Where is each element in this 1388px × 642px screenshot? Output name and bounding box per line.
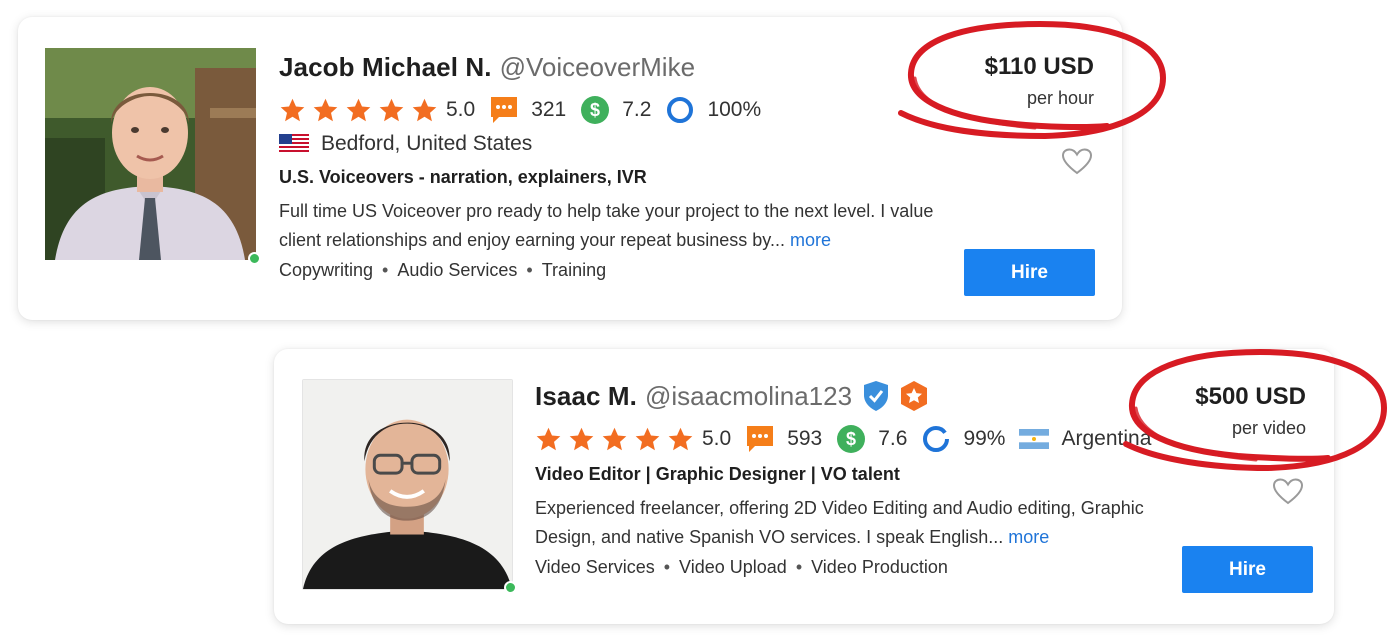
rating-value: 5.0	[446, 98, 476, 121]
star-icon	[280, 98, 305, 121]
price-unit: per hour	[1026, 88, 1094, 108]
tagline: U.S. Voiceovers - narration, explainers,…	[279, 167, 647, 187]
more-link[interactable]: more	[1008, 527, 1049, 547]
star-icon	[346, 98, 371, 121]
price: $110 USD	[984, 53, 1094, 80]
verified-shield-icon	[864, 381, 889, 411]
freelancer-handle: @VoiceoverMike	[499, 51, 696, 82]
profile-photo-image	[45, 48, 256, 260]
earnings-icon: $	[581, 96, 610, 124]
online-status-dot	[248, 252, 261, 265]
completion-ring-icon	[923, 426, 950, 452]
star-icon	[536, 427, 561, 450]
skills-list: Copywriting • Audio Services • Training	[279, 260, 607, 280]
earnings-icon: $	[837, 425, 866, 453]
freelancer-card[interactable]: Isaac M. @isaacmolina123 5.0 593 $ 7.6 9…	[274, 349, 1334, 624]
earnings-score: 7.6	[878, 427, 908, 450]
reviews-count: 321	[531, 98, 567, 121]
online-status-dot	[504, 581, 517, 594]
star-icon	[313, 98, 338, 121]
skill-item[interactable]: Audio Services	[397, 260, 517, 280]
heart-icon[interactable]	[1273, 478, 1303, 505]
description: Experienced freelancer, offering 2D Vide…	[535, 494, 1185, 552]
profile-photo-image	[303, 380, 512, 589]
svg-text:$: $	[590, 100, 600, 120]
skills-list: Video Services • Video Upload • Video Produc…	[535, 557, 948, 577]
price-box: $500 USD per video	[1195, 380, 1306, 439]
freelancer-card[interactable]: Jacob Michael N. @VoiceoverMike 5.0 321 …	[18, 17, 1122, 320]
profile-photo[interactable]	[302, 379, 517, 594]
star-icon	[668, 427, 693, 450]
price-unit: per video	[1231, 418, 1306, 438]
earnings-score: 7.2	[622, 98, 652, 121]
location: Bedford, United States	[321, 132, 533, 155]
completion-rate: 100%	[707, 98, 762, 121]
freelancer-name[interactable]: Isaac M.	[535, 381, 637, 412]
svg-text:$: $	[846, 429, 856, 449]
completion-ring-icon	[667, 97, 694, 123]
star-icon	[412, 98, 437, 121]
rating-stars	[535, 426, 700, 453]
reviews-count: 593	[787, 427, 823, 450]
location: Argentina	[1061, 427, 1152, 450]
star-icon	[569, 427, 594, 450]
skill-item[interactable]: Copywriting	[279, 260, 373, 280]
profile-photo[interactable]	[45, 48, 261, 265]
completion-rate: 99%	[963, 427, 1006, 450]
star-icon	[602, 427, 627, 450]
preferred-badge-icon	[901, 381, 928, 411]
description-text: Experienced freelancer, offering 2D Vide…	[535, 498, 1144, 547]
star-icon	[635, 427, 660, 450]
reviews-icon	[747, 426, 774, 452]
star-icon	[379, 98, 404, 121]
price-box: $110 USD per hour	[985, 50, 1094, 109]
freelancer-name[interactable]: Jacob Michael N.	[279, 52, 492, 83]
skill-item[interactable]: Training	[542, 260, 606, 280]
freelancer-handle: @isaacmolina123	[644, 380, 853, 411]
us-flag-icon	[279, 134, 309, 154]
tagline: Video Editor | Graphic Designer | VO tal…	[535, 464, 900, 484]
description: Full time US Voiceover pro ready to help…	[279, 197, 939, 255]
skill-item[interactable]: Video Upload	[679, 557, 787, 577]
price: $500 USD	[1195, 383, 1306, 410]
argentina-flag-icon	[1019, 429, 1050, 449]
heart-icon[interactable]	[1062, 148, 1092, 175]
description-text: Full time US Voiceover pro ready to help…	[279, 201, 934, 250]
hire-button[interactable]: Hire	[1182, 546, 1313, 593]
hire-button[interactable]: Hire	[964, 249, 1095, 296]
skill-item[interactable]: Video Services	[535, 557, 655, 577]
rating-stars	[279, 97, 444, 124]
reviews-icon	[491, 97, 518, 123]
rating-value: 5.0	[702, 427, 732, 450]
more-link[interactable]: more	[790, 230, 831, 250]
skill-item[interactable]: Video Production	[811, 557, 948, 577]
